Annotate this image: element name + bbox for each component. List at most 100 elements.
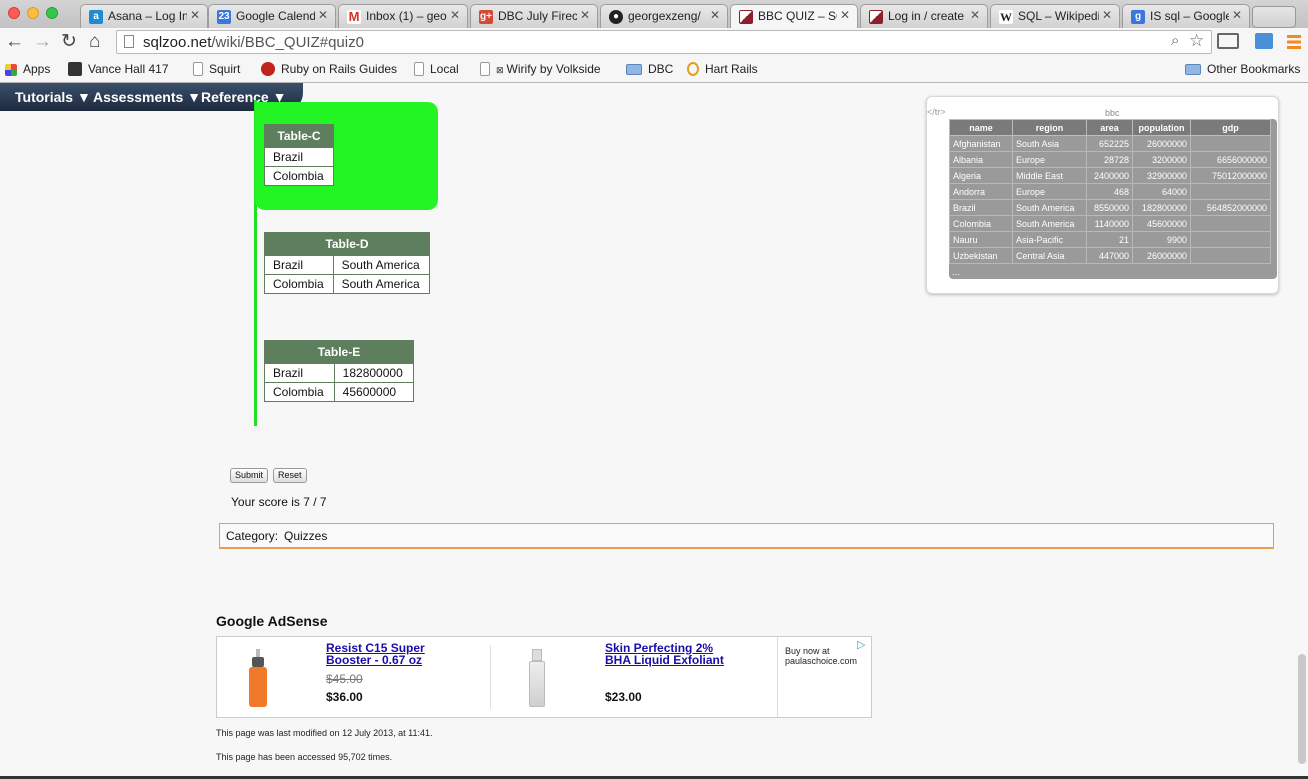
nav-assessments[interactable]: Assessments ▼ xyxy=(93,89,201,105)
tab-label: Inbox (1) – geo xyxy=(366,9,447,23)
close-window-button[interactable] xyxy=(8,7,20,19)
url-path: /wiki/BBC_QUIZ#quiz0 xyxy=(211,34,364,51)
tab-asana[interactable]: a Asana – Log In ✕ xyxy=(80,4,208,28)
tab-google-calendar[interactable]: 23 Google Calend ✕ xyxy=(208,4,336,28)
tab-log-in[interactable]: Log in / create ✕ xyxy=(860,4,988,28)
ad-title-line: BHA Liquid Exfoliant xyxy=(605,653,724,667)
ad-buy-now[interactable]: Buy now at paulaschoice.com xyxy=(785,646,857,666)
nav-tutorials[interactable]: Tutorials ▼ xyxy=(15,89,91,105)
forward-arrow-icon[interactable]: → xyxy=(33,31,52,53)
bookmark-squirt[interactable]: Squirt xyxy=(193,62,240,76)
last-modified-text: This page was last modified on 12 July 2… xyxy=(216,728,433,738)
cast-icon[interactable] xyxy=(1217,33,1239,49)
cell-region: Central Asia xyxy=(1012,247,1087,264)
cell-gdp xyxy=(1190,135,1271,152)
cell-name: Albania xyxy=(949,151,1013,168)
tab-label: Log in / create xyxy=(888,9,965,23)
cell-region: South Asia xyxy=(1012,135,1087,152)
table-cell: South America xyxy=(332,255,431,275)
back-arrow-icon[interactable]: ← xyxy=(5,31,24,53)
tab-bbc-quiz[interactable]: BBC QUIZ – SQ ✕ xyxy=(730,4,858,28)
cell-region: Middle East xyxy=(1012,167,1087,184)
reload-icon[interactable]: ↻ xyxy=(61,31,77,53)
url-text[interactable]: sqlzoo.net/wiki/BBC_QUIZ#quiz0 xyxy=(143,34,364,52)
cell-region: Asia-Pacific xyxy=(1012,231,1087,248)
search-icon[interactable]: ⌕ xyxy=(1171,32,1179,49)
ad-price: $23.00 xyxy=(605,690,642,704)
cell-area: 447000 xyxy=(1086,247,1133,264)
vertical-scrollbar[interactable] xyxy=(1298,654,1306,764)
close-icon[interactable]: ✕ xyxy=(710,8,720,22)
star-icon[interactable]: ☆ xyxy=(1189,31,1204,51)
close-icon[interactable]: ✕ xyxy=(840,8,850,22)
tab-wikipedia[interactable]: W SQL – Wikipedi ✕ xyxy=(990,4,1120,28)
menu-icon[interactable] xyxy=(1287,35,1301,49)
ad-price: $36.00 xyxy=(326,690,363,704)
close-icon[interactable]: ✕ xyxy=(190,8,200,22)
cell-name: Andorra xyxy=(949,183,1013,200)
bookmark-local[interactable]: Local xyxy=(414,62,459,76)
bookmark-label: Other Bookmarks xyxy=(1207,62,1301,76)
reset-button[interactable]: Reset xyxy=(273,468,307,483)
column-header: area xyxy=(1086,119,1133,136)
table-c: Table-C Brazil Colombia xyxy=(264,124,334,186)
bookmark-apps[interactable]: Apps xyxy=(5,62,50,76)
bookmark-wirify[interactable]: ⊠ Wirify by Volkside xyxy=(480,62,601,77)
bottle-cap xyxy=(532,649,542,661)
tab-label: IS sql – Google xyxy=(1150,9,1229,23)
cell-population: 3200000 xyxy=(1132,151,1191,168)
cell-population: 45600000 xyxy=(1132,215,1191,232)
cell-population: 64000 xyxy=(1132,183,1191,200)
tab-gmail[interactable]: M Inbox (1) – geo ✕ xyxy=(338,4,468,28)
bookmark-label: Local xyxy=(430,62,459,76)
submit-button[interactable]: Submit xyxy=(230,468,269,483)
bookmark-other-bookmarks[interactable]: Other Bookmarks xyxy=(1185,62,1300,76)
close-icon[interactable]: ✕ xyxy=(1232,8,1242,22)
bookmark-label: DBC xyxy=(648,62,674,76)
column-header: population xyxy=(1132,119,1191,136)
tab-github[interactable]: ● georgexzeng/ ✕ xyxy=(600,4,728,28)
ad-link-bha-exfoliant[interactable]: Skin Perfecting 2% BHA Liquid Exfoliant xyxy=(605,642,724,666)
page-icon xyxy=(124,35,134,48)
table-title: Table-E xyxy=(264,340,414,364)
bookmark-vance-hall[interactable]: Vance Hall 417 xyxy=(68,62,169,76)
zoom-window-button[interactable] xyxy=(46,7,58,19)
ad-divider xyxy=(777,637,778,717)
bookmark-folder-dbc[interactable]: DBC xyxy=(626,62,673,76)
bookmark-rails-guides[interactable]: Ruby on Rails Guides xyxy=(261,62,397,76)
bottle-body xyxy=(249,667,267,707)
serum-bottle-image[interactable] xyxy=(249,649,267,707)
extension-icon[interactable] xyxy=(1255,33,1273,49)
bookmark-label: Wirify by Volkside xyxy=(506,62,601,76)
bookmark-hart-rails[interactable]: Hart Rails xyxy=(687,62,758,76)
ad-link-resist-c15[interactable]: Resist C15 Super Booster - 0.67 oz xyxy=(326,642,425,666)
tab-google-search[interactable]: g IS sql – Google ✕ xyxy=(1122,4,1250,28)
page-icon xyxy=(193,62,203,76)
hart-icon xyxy=(687,62,699,76)
table-cell: Colombia xyxy=(264,274,334,294)
minimize-window-button[interactable] xyxy=(27,7,39,19)
table-cell: Brazil xyxy=(264,363,335,383)
category-link-quizzes[interactable]: Quizzes xyxy=(284,529,327,543)
cell-population: 26000000 xyxy=(1132,247,1191,264)
cell-name: Afghanistan xyxy=(949,135,1013,152)
close-icon[interactable]: ✕ xyxy=(450,8,460,22)
home-icon[interactable]: ⌂ xyxy=(89,31,100,53)
ad-title-line: Booster - 0.67 oz xyxy=(326,653,423,667)
asana-icon: a xyxy=(89,10,103,24)
new-tab-button[interactable] xyxy=(1252,6,1296,28)
sqlzoo-icon xyxy=(869,10,883,24)
adchoices-icon[interactable]: ▷ xyxy=(857,638,865,651)
bookmark-label: Vance Hall 417 xyxy=(88,62,169,76)
address-bar[interactable]: sqlzoo.net/wiki/BBC_QUIZ#quiz0 ⌕ ☆ xyxy=(116,30,1212,54)
github-icon: ● xyxy=(609,10,623,24)
cell-gdp xyxy=(1190,183,1271,200)
close-icon[interactable]: ✕ xyxy=(1102,8,1112,22)
close-icon[interactable]: ✕ xyxy=(318,8,328,22)
close-icon[interactable]: ✕ xyxy=(970,8,980,22)
close-icon[interactable]: ✕ xyxy=(580,8,590,22)
exfoliant-bottle-image[interactable] xyxy=(529,649,545,707)
tab-google-plus[interactable]: g+ DBC July Firecr ✕ xyxy=(470,4,598,28)
tab-label: DBC July Firecr xyxy=(498,9,577,23)
tab-label: georgexzeng/ xyxy=(628,9,701,23)
